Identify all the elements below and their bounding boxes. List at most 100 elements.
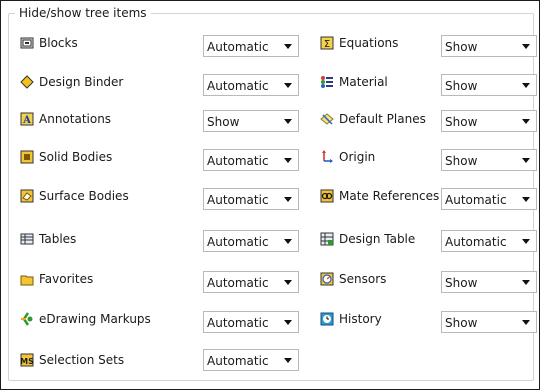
design-table-icon — [320, 232, 334, 246]
dropdown-value: Automatic — [207, 354, 269, 368]
tree-item-label: Solid Bodies — [39, 150, 113, 164]
material-dropdown[interactable]: Show — [441, 74, 537, 96]
chevron-down-icon — [284, 118, 292, 124]
design-table-dropdown[interactable]: Automatic — [441, 230, 537, 252]
chevron-down-icon — [284, 319, 292, 325]
dropdown-value: Show — [445, 40, 478, 54]
tree-item-label: Tables — [39, 232, 77, 246]
tree-item-equations: Σ Equations — [320, 34, 398, 52]
chevron-down-icon — [522, 118, 530, 124]
tree-item-label: Default Planes — [339, 112, 426, 126]
chevron-down-icon — [522, 279, 530, 285]
tree-item-design-binder: Design Binder — [20, 73, 123, 91]
tree-item-surface-bodies: Surface Bodies — [20, 187, 129, 205]
tree-item-blocks: Blocks — [20, 34, 78, 52]
dropdown-value: Automatic — [207, 276, 269, 290]
chevron-down-icon — [284, 196, 292, 202]
solid-bodies-dropdown[interactable]: Automatic — [203, 149, 299, 171]
tree-item-label: Origin — [339, 150, 376, 164]
equations-icon: Σ — [320, 36, 334, 50]
svg-text:A: A — [22, 115, 31, 126]
selection-sets-dropdown[interactable]: Automatic — [203, 349, 299, 371]
dropdown-value: Automatic — [207, 193, 269, 207]
blocks-icon — [20, 37, 34, 49]
annotations-dropdown[interactable]: Show — [203, 110, 299, 132]
chevron-down-icon — [522, 157, 530, 163]
dropdown-value: Automatic — [207, 79, 269, 93]
tree-item-favorites: Favorites — [20, 270, 93, 288]
tree-item-material: Material — [320, 73, 388, 91]
mate-references-icon — [320, 189, 334, 203]
blocks-dropdown[interactable]: Automatic — [203, 35, 299, 57]
chevron-down-icon — [522, 238, 530, 244]
chevron-down-icon — [522, 82, 530, 88]
tree-item-label: Equations — [339, 36, 399, 50]
tree-item-default-planes: Default Planes — [320, 110, 426, 128]
dropdown-value: Show — [445, 154, 478, 168]
tree-item-label: Favorites — [39, 272, 94, 286]
dropdown-value: Automatic — [207, 40, 269, 54]
material-icon — [321, 76, 333, 88]
dropdown-value: Show — [445, 115, 478, 129]
tree-item-sensors: Sensors — [320, 270, 386, 288]
origin-dropdown[interactable]: Show — [441, 149, 537, 171]
sensors-icon — [320, 272, 334, 286]
dropdown-value: Show — [445, 316, 478, 330]
tree-item-annotations: A Annotations — [20, 110, 111, 128]
tree-item-label: Blocks — [39, 36, 78, 50]
favorites-dropdown[interactable]: Automatic — [203, 271, 299, 293]
solid-bodies-icon — [20, 150, 34, 164]
edrawing-markups-dropdown[interactable]: Automatic — [203, 311, 299, 333]
chevron-down-icon — [522, 196, 530, 202]
tree-item-history: History — [320, 310, 382, 328]
annotations-icon: A — [20, 112, 34, 126]
design-binder-icon — [20, 75, 34, 89]
dropdown-value: Automatic — [207, 316, 269, 330]
dropdown-value: Show — [445, 79, 478, 93]
tree-item-label: Selection Sets — [39, 353, 125, 367]
chevron-down-icon — [284, 279, 292, 285]
equations-dropdown[interactable]: Show — [441, 35, 537, 57]
mate-references-dropdown[interactable]: Automatic — [441, 188, 537, 210]
design-binder-dropdown[interactable]: Automatic — [203, 74, 299, 96]
chevron-down-icon — [522, 319, 530, 325]
tree-item-label: History — [339, 312, 382, 326]
chevron-down-icon — [284, 238, 292, 244]
tree-item-label: eDrawing Markups — [39, 312, 151, 326]
history-dropdown[interactable]: Show — [441, 311, 537, 333]
dropdown-value: Automatic — [445, 193, 507, 207]
tree-item-edrawing-markups: eDrawing Markups — [20, 310, 151, 328]
chevron-down-icon — [284, 43, 292, 49]
dropdown-value: Automatic — [207, 154, 269, 168]
chevron-down-icon — [522, 43, 530, 49]
tree-item-tables: Tables — [20, 230, 76, 248]
default-planes-dropdown[interactable]: Show — [441, 110, 537, 132]
chevron-down-icon — [284, 82, 292, 88]
tree-item-label: Annotations — [39, 112, 112, 126]
tables-icon — [20, 233, 34, 245]
tree-item-mate-references: Mate References — [320, 187, 439, 205]
tree-item-solid-bodies: Solid Bodies — [20, 148, 112, 166]
default-planes-icon — [320, 113, 334, 125]
tables-dropdown[interactable]: Automatic — [203, 230, 299, 252]
tree-item-label: Mate References — [339, 189, 440, 203]
chevron-down-icon — [284, 157, 292, 163]
tree-item-label: Material — [339, 75, 388, 89]
dropdown-value: Show — [207, 115, 240, 129]
tree-item-label: Surface Bodies — [39, 189, 129, 203]
tree-item-design-table: Design Table — [320, 230, 415, 248]
dropdown-value: Automatic — [207, 235, 269, 249]
tree-item-label: Design Table — [339, 232, 416, 246]
surface-bodies-dropdown[interactable]: Automatic — [203, 188, 299, 210]
dropdown-value: Automatic — [445, 235, 507, 249]
edrawing-markups-icon — [21, 312, 33, 326]
sensors-dropdown[interactable]: Show — [441, 271, 537, 293]
svg-text:Σ: Σ — [324, 39, 330, 50]
dropdown-value: Show — [445, 276, 478, 290]
tree-item-origin: Origin — [320, 148, 375, 166]
origin-icon — [322, 150, 333, 163]
tree-item-label: Sensors — [339, 272, 387, 286]
history-icon — [320, 312, 334, 326]
surface-bodies-icon — [20, 189, 34, 203]
tree-item-label: Design Binder — [39, 75, 124, 89]
